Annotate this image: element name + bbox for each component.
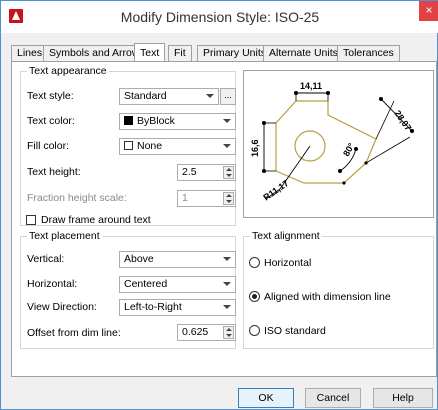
color-swatch-icon (124, 141, 133, 150)
spin-buttons[interactable] (223, 192, 234, 205)
ok-button[interactable]: OK (238, 388, 294, 408)
horizontal-label: Horizontal: (27, 278, 78, 290)
horizontal-radio-label[interactable]: Horizontal (264, 257, 311, 269)
fill-color-label: Fill color: (27, 140, 70, 152)
preview-drawing: 14,11 16,6 28,07 80° R11,17 (250, 81, 414, 203)
vertical-select[interactable]: Above (119, 251, 236, 268)
draw-frame-checkbox[interactable] (26, 215, 36, 225)
text-style-select[interactable]: Standard (119, 88, 219, 105)
fill-color-value: None (137, 140, 163, 152)
preview-dim-angle: 80° (341, 141, 357, 158)
spin-buttons[interactable] (223, 166, 234, 179)
text-placement-title: Text placement (27, 230, 102, 242)
text-style-value: Standard (124, 90, 167, 102)
text-color-select[interactable]: ByBlock (119, 113, 236, 130)
dialog-title: Modify Dimension Style: ISO-25 (120, 9, 320, 25)
iso-standard-radio[interactable] (249, 325, 260, 336)
color-swatch-icon (124, 116, 133, 125)
title-bar[interactable]: Modify Dimension Style: ISO-25 × (1, 1, 438, 33)
text-height-input[interactable]: 2.5 (177, 164, 236, 181)
preview-dim-left: 16,6 (250, 139, 260, 157)
close-button[interactable]: × (419, 1, 438, 21)
text-color-label: Text color: (27, 115, 75, 127)
text-height-value: 2.5 (182, 166, 197, 178)
text-height-label: Text height: (27, 166, 81, 178)
chevron-down-icon (223, 144, 231, 148)
fill-color-select[interactable]: None (119, 138, 236, 155)
offset-value: 0.625 (182, 326, 209, 338)
horizontal-select[interactable]: Centered (119, 276, 236, 293)
dialog-window: Modify Dimension Style: ISO-25 × Lines S… (0, 0, 438, 410)
view-direction-select[interactable]: Left-to-Right (119, 299, 236, 316)
draw-frame-label: Draw frame around text (41, 214, 151, 226)
chevron-down-icon (223, 119, 231, 123)
chevron-down-icon (223, 257, 231, 261)
preview-dim-top: 14,11 (300, 81, 322, 91)
spin-buttons[interactable] (223, 326, 234, 339)
text-appearance-group: Text appearance Text style: Standard ...… (20, 65, 236, 226)
text-alignment-group: Text alignment Horizontal Aligned with d… (243, 230, 434, 349)
view-direction-value: Left-to-Right (124, 301, 182, 313)
tab-alternate-units[interactable]: Alternate Units (263, 45, 344, 62)
vertical-value: Above (124, 253, 154, 265)
horizontal-value: Centered (124, 278, 168, 290)
tab-primary-units[interactable]: Primary Units (197, 45, 273, 62)
fraction-height-scale-value: 1 (182, 192, 188, 204)
aligned-radio-label[interactable]: Aligned with dimension line (264, 291, 391, 303)
dimension-preview: 14,11 16,6 28,07 80° R11,17 (243, 70, 434, 218)
fraction-height-scale-label: Fraction height scale: (27, 192, 127, 204)
text-alignment-title: Text alignment (250, 230, 322, 242)
offset-label: Offset from dim line: (27, 327, 121, 339)
help-button[interactable]: Help (373, 388, 433, 408)
text-appearance-title: Text appearance (27, 65, 109, 77)
chevron-down-icon (223, 282, 231, 286)
text-placement-group: Text placement Vertical: Above Horizonta… (20, 230, 236, 349)
text-tab-panel: Text appearance Text style: Standard ...… (11, 61, 437, 377)
aligned-radio[interactable] (249, 291, 260, 302)
tab-fit[interactable]: Fit (168, 45, 192, 62)
preview-dim-radius: R11,17 (261, 178, 290, 203)
preview-dim-right: 28,07 (392, 108, 413, 132)
fraction-height-scale-input[interactable]: 1 (177, 190, 236, 207)
chevron-down-icon (223, 305, 231, 309)
chevron-down-icon (206, 94, 214, 98)
cancel-button[interactable]: Cancel (305, 388, 361, 408)
iso-standard-radio-label[interactable]: ISO standard (264, 325, 326, 337)
tab-tolerances[interactable]: Tolerances (337, 45, 400, 62)
text-color-value: ByBlock (137, 115, 175, 127)
tab-text[interactable]: Text (134, 43, 166, 63)
text-style-label: Text style: (27, 90, 74, 102)
offset-input[interactable]: 0.625 (177, 324, 236, 341)
vertical-label: Vertical: (27, 253, 65, 265)
view-direction-label: View Direction: (27, 301, 97, 313)
text-style-browse-button[interactable]: ... (220, 88, 236, 105)
horizontal-radio[interactable] (249, 257, 260, 268)
